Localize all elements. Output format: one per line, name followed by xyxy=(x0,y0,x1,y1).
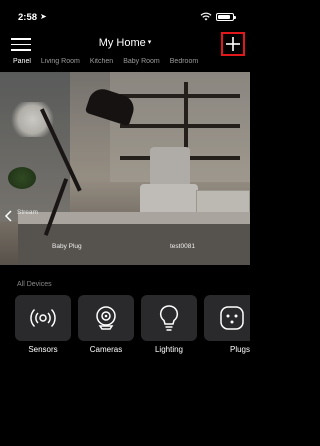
device-label-lighting: Lighting xyxy=(154,345,184,354)
chevron-left-icon[interactable] xyxy=(4,210,14,222)
device-label-sensors: Sensors xyxy=(28,345,58,354)
tab-kitchen[interactable]: Kitchen xyxy=(85,58,118,72)
device-tile-lighting[interactable] xyxy=(141,295,197,341)
status-bar: 2:58 ➤ xyxy=(0,0,250,23)
section-title: All Devices xyxy=(17,281,52,288)
sensor-icon xyxy=(30,308,56,328)
battery-icon xyxy=(216,12,236,21)
status-icons xyxy=(200,12,236,21)
tab-panel[interactable]: Panel xyxy=(0,58,36,72)
add-device-button[interactable] xyxy=(221,32,245,56)
plug-label: Baby Plug xyxy=(52,243,82,250)
device-label: test0081 xyxy=(170,243,195,250)
device-label-cameras: Cameras xyxy=(89,345,123,354)
camera-preview[interactable]: Stream Baby Plug test0081 xyxy=(0,72,250,265)
device-tile-sensors[interactable] xyxy=(15,295,71,341)
home-title: My Home xyxy=(98,37,146,49)
wifi-icon xyxy=(200,12,212,21)
plug-icon xyxy=(220,306,244,330)
bulb-icon xyxy=(159,305,179,331)
device-tile-plugs[interactable] xyxy=(204,295,250,341)
chevron-down-icon: ▾ xyxy=(147,39,152,46)
location-arrow-icon: ➤ xyxy=(40,12,47,21)
device-label-plugs: Plugs xyxy=(229,345,250,354)
camera-icon xyxy=(96,306,116,330)
plus-icon xyxy=(226,37,240,51)
header: My Home ▾ xyxy=(0,30,250,58)
status-time: 2:58 xyxy=(18,12,38,23)
tab-bedroom[interactable]: Bedroom xyxy=(165,58,203,72)
home-selector[interactable]: My Home ▾ xyxy=(0,37,250,49)
device-tile-cameras[interactable] xyxy=(78,295,134,341)
room-tabs: Panel Living Room Kitchen Baby Room Bedr… xyxy=(0,58,250,72)
tab-baby-room[interactable]: Baby Room xyxy=(118,58,165,72)
image-overlay xyxy=(0,72,250,265)
stream-label: Stream xyxy=(17,209,38,216)
tab-living-room[interactable]: Living Room xyxy=(36,58,85,72)
